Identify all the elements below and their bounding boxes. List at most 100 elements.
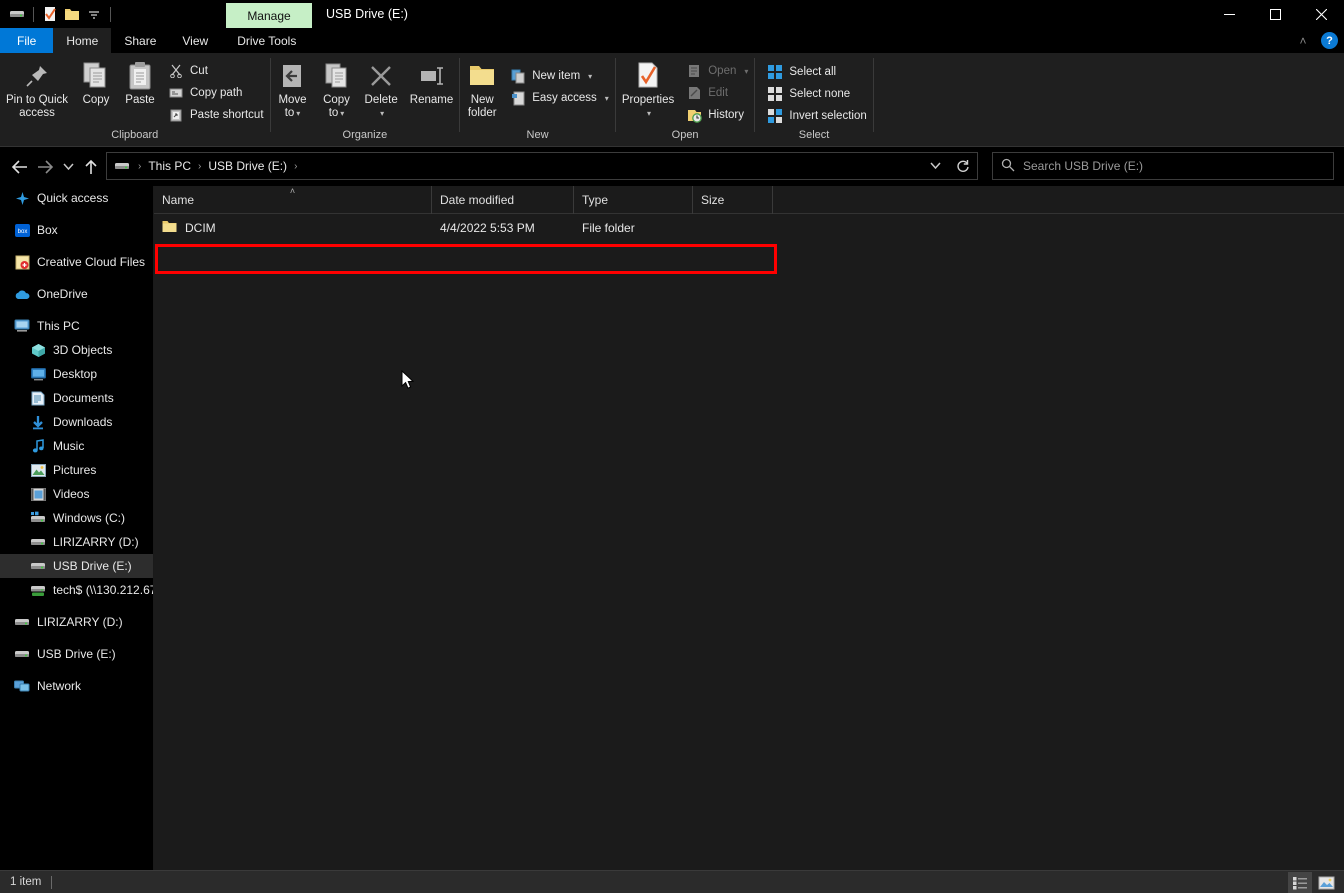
tab-drive-tools[interactable]: Drive Tools <box>221 28 313 53</box>
sidebar-item-onedrive[interactable]: OneDrive <box>0 282 154 306</box>
drive-properties-icon[interactable] <box>6 3 28 25</box>
breadcrumb-item-this-pc[interactable]: This PC <box>144 159 195 173</box>
new-folder-button[interactable]: New folder <box>460 57 504 120</box>
chevron-down-icon: ▾ <box>604 93 609 103</box>
minimize-button[interactable] <box>1206 0 1252 28</box>
easy-access-icon <box>510 90 526 106</box>
file-name-cell[interactable]: DCIM <box>154 214 432 241</box>
sidebar-item-documents[interactable]: Documents <box>0 386 154 410</box>
chevron-down-icon: ▾ <box>744 66 749 76</box>
ribbon-group-organize: Move to ▾ Copy to ▾ Delete ▾ Rename Orga… <box>271 53 460 147</box>
new-small-buttons: New item ▾ Easy access ▾ <box>504 57 615 109</box>
close-button[interactable] <box>1298 0 1344 28</box>
sidebar-item-usb-drive-e[interactable]: USB Drive (E:) <box>0 642 154 666</box>
edit-button[interactable]: Edit <box>680 82 754 104</box>
sidebar-item-lirizarry-d[interactable]: LIRIZARRY (D:) <box>0 610 154 634</box>
new-item-icon <box>510 68 526 84</box>
refresh-button[interactable] <box>949 153 977 179</box>
paste-button[interactable]: Paste <box>118 57 162 107</box>
sidebar-item-music[interactable]: Music <box>0 434 154 458</box>
column-header-size[interactable]: Size <box>693 186 773 214</box>
rename-button[interactable]: Rename <box>404 57 459 107</box>
column-header-name[interactable]: Name ˄ <box>154 186 432 214</box>
sidebar-item-videos[interactable]: Videos <box>0 482 154 506</box>
window-controls <box>1206 0 1344 28</box>
select-none-button[interactable]: Select none <box>761 83 872 105</box>
select-none-label: Select none <box>789 88 851 100</box>
select-all-button[interactable]: Select all <box>761 61 872 83</box>
delete-button[interactable]: Delete ▾ <box>359 57 404 120</box>
copy-path-button[interactable]: Copy path <box>162 82 270 104</box>
sidebar-item-windows-c[interactable]: Windows (C:) <box>0 506 154 530</box>
drive-icon <box>14 614 30 630</box>
copy-to-button[interactable]: Copy to ▾ <box>315 57 359 120</box>
ribbon-group-label-new: New <box>526 129 549 141</box>
sidebar-item-3d-objects[interactable]: 3D Objects <box>0 338 154 362</box>
search-box[interactable] <box>992 152 1334 180</box>
contextual-tab-manage[interactable]: Manage <box>226 3 312 28</box>
details-view-button[interactable] <box>1288 872 1312 893</box>
address-dropdown-button[interactable] <box>921 153 949 179</box>
file-type-cell: File folder <box>582 220 635 235</box>
customize-qat-icon[interactable] <box>83 3 105 25</box>
sidebar-item-this-pc[interactable]: This PC <box>0 314 154 338</box>
downloads-icon <box>30 414 46 430</box>
quick-access-toolbar <box>0 0 116 28</box>
sidebar-item-downloads[interactable]: Downloads <box>0 410 154 434</box>
history-button[interactable]: History <box>680 104 754 126</box>
sidebar-item-usb-drive-e[interactable]: USB Drive (E:) <box>0 554 154 578</box>
copy-icon <box>82 60 110 92</box>
column-header-date-modified[interactable]: Date modified <box>432 186 574 214</box>
breadcrumb[interactable]: › This PC › USB Drive (E:) › <box>106 152 978 180</box>
breadcrumb-separator[interactable]: › <box>195 161 204 172</box>
easy-access-button[interactable]: Easy access ▾ <box>504 87 615 109</box>
search-input[interactable] <box>1023 159 1313 173</box>
network-drive-icon <box>30 582 46 598</box>
new-folder-icon[interactable] <box>61 3 83 25</box>
sidebar-item-creative-cloud-files[interactable]: Creative Cloud Files <box>0 250 154 274</box>
file-list-pane[interactable]: Name ˄ Date modified Type Size DCIM 4/4/2022 … <box>154 186 1344 870</box>
history-icon <box>686 107 702 123</box>
tab-view[interactable]: View <box>169 28 222 53</box>
move-to-label-1: Move <box>278 94 307 106</box>
sidebar-item-box[interactable]: box Box <box>0 218 154 242</box>
invert-selection-button[interactable]: Invert selection <box>761 105 872 127</box>
chevron-up-icon[interactable]: ˄ <box>1293 31 1313 51</box>
recent-locations-button[interactable] <box>58 148 78 186</box>
column-header-type[interactable]: Type <box>574 186 693 214</box>
table-row[interactable]: DCIM 4/4/2022 5:53 PM File folder <box>154 214 1344 241</box>
breadcrumb-item-usb-drive[interactable]: USB Drive (E:) <box>204 159 291 173</box>
new-item-button[interactable]: New item ▾ <box>504 65 615 87</box>
open-button[interactable]: Open ▾ <box>680 60 754 82</box>
pin-to-quick-access-button[interactable]: Pin to Quick access <box>0 57 74 120</box>
help-icon[interactable]: ? <box>1321 32 1338 49</box>
breadcrumb-separator[interactable]: › <box>135 161 144 172</box>
navigation-pane[interactable]: Quick access box Box Creative Cloud Files On… <box>0 186 154 870</box>
large-icons-view-button[interactable] <box>1314 872 1338 893</box>
sidebar-item-lirizarry-d[interactable]: LIRIZARRY (D:) <box>0 530 154 554</box>
sidebar-item-desktop[interactable]: Desktop <box>0 362 154 386</box>
sidebar-item-quick-access[interactable]: Quick access <box>0 186 154 210</box>
tab-share[interactable]: Share <box>111 28 170 53</box>
forward-button[interactable] <box>32 148 58 186</box>
clipboard-small-buttons: Cut Copy path Paste shortcut <box>162 57 270 126</box>
open-icon <box>686 63 702 79</box>
paste-shortcut-button[interactable]: Paste shortcut <box>162 104 270 126</box>
tab-file[interactable]: File <box>0 28 54 53</box>
breadcrumb-separator[interactable]: › <box>291 161 300 172</box>
sidebar-item-pictures[interactable]: Pictures <box>0 458 154 482</box>
tab-home[interactable]: Home <box>53 28 112 53</box>
move-to-button[interactable]: Move to ▾ <box>271 57 315 120</box>
sidebar-item-network[interactable]: Network <box>0 674 154 698</box>
sidebar-item-tech-130-212-67[interactable]: tech$ (\\130.212.67. <box>0 578 154 602</box>
properties-icon[interactable] <box>39 3 61 25</box>
up-button[interactable] <box>78 148 104 186</box>
copy-button[interactable]: Copy <box>74 57 118 107</box>
back-button[interactable] <box>6 148 32 186</box>
cut-button[interactable]: Cut <box>162 60 270 82</box>
properties-button[interactable]: Properties ▾ <box>616 57 680 120</box>
maximize-button[interactable] <box>1252 0 1298 28</box>
column-header-label: Date modified <box>440 193 515 207</box>
